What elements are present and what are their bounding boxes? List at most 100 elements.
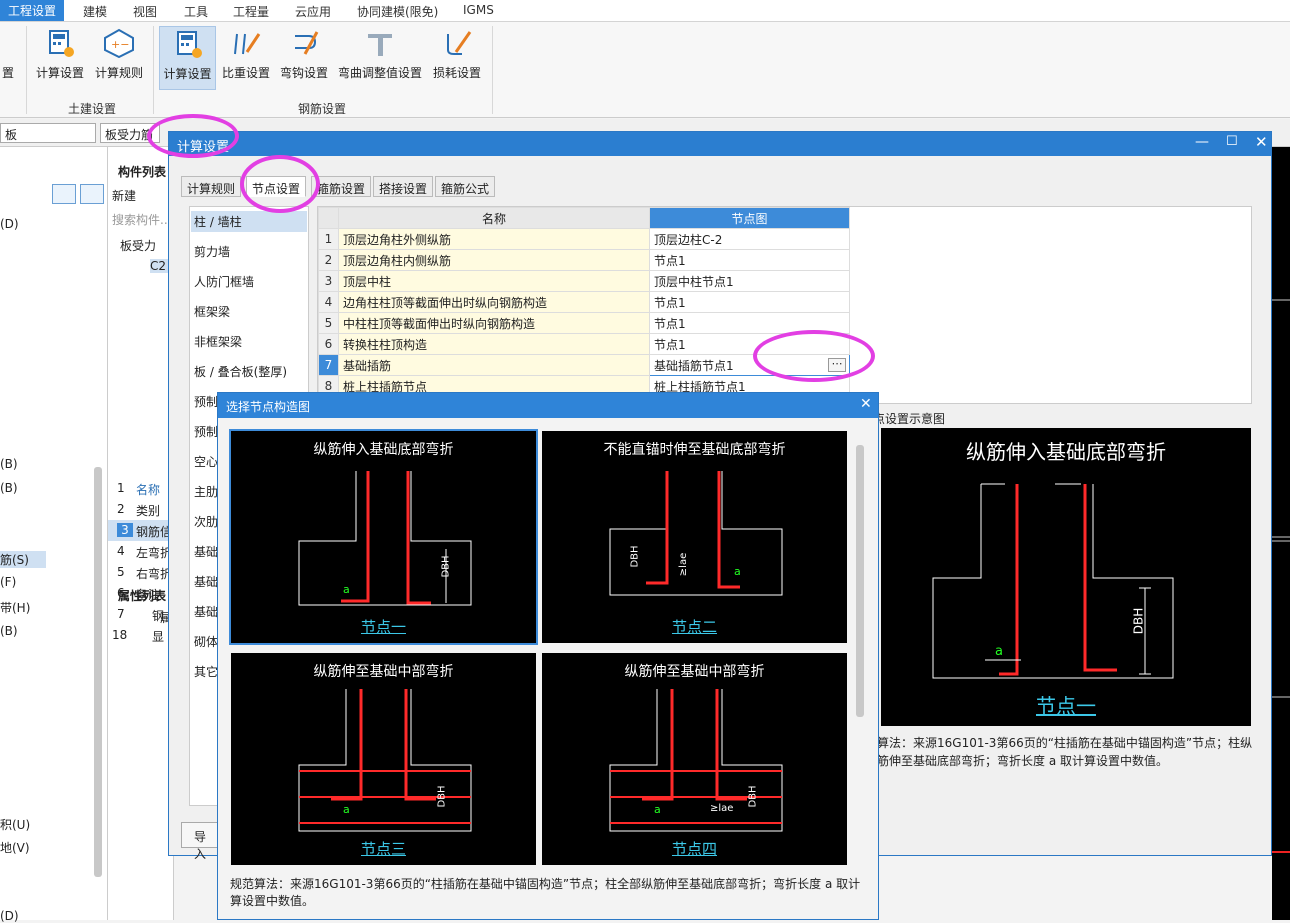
tree-item[interactable]: (B) (0, 457, 18, 471)
tujian-calc-rules-button[interactable]: +− 计算规则 (92, 26, 146, 90)
tujian-calc-settings-button[interactable]: 计算设置 (32, 26, 88, 90)
table-row[interactable]: 4 边角柱柱顶等截面伸出时纵向钢筋构造 节点1 (318, 291, 850, 313)
category-item[interactable]: 预制 (194, 423, 218, 440)
close-icon[interactable]: ✕ (1255, 133, 1268, 151)
menu-engineering-settings[interactable]: 工程设置 (0, 0, 65, 21)
category-item[interactable]: 板 / 叠合板(整厚) (194, 363, 287, 380)
prop-name[interactable]: 名称 (136, 481, 160, 498)
drawing-canvas[interactable] (1272, 147, 1290, 920)
tree-item-selected[interactable]: 筋(S) (0, 551, 46, 568)
loss-settings-button[interactable]: 损耗设置 (429, 26, 485, 90)
prop-rebar-group[interactable]: 钢 (152, 607, 164, 624)
maximize-icon[interactable]: ☐ (1226, 134, 1238, 149)
table-row[interactable]: 1 顶层边角柱外侧纵筋 顶层边柱C-2 (318, 228, 850, 250)
dbh-label: DBH (440, 555, 452, 578)
menu-quantities[interactable]: 工程量 (233, 3, 269, 20)
tree-root[interactable]: 板受力 (120, 237, 156, 254)
tree-item[interactable]: (D) (0, 909, 19, 923)
table-row[interactable]: 3 顶层中柱 顶层中柱节点1 (318, 270, 850, 292)
ribbon: 置 计算设置 +− 计算规则 土建设置 计算设置 比重设置 弯钩设置 弯曲调整值… (0, 22, 1290, 118)
tab-calc-rules[interactable]: 计算规则 (181, 176, 242, 197)
bend-adjust-icon (368, 34, 392, 56)
popup-description: 规范算法：来源16G101-3第66页的“柱插筋在基础中锚固构造”节点；柱全部纵… (230, 877, 861, 908)
category-item[interactable]: 基础 (194, 543, 218, 560)
tab-lap-settings[interactable]: 搭接设置 (373, 176, 434, 197)
category-item-selected[interactable]: 柱 / 墙柱 (191, 211, 307, 232)
category-item[interactable]: 基础 (194, 573, 218, 590)
tree-child[interactable]: C2 (150, 259, 170, 273)
tab-stirrup-settings[interactable]: 箍筋设置 (311, 176, 372, 197)
prop-rebar-info[interactable]: 钢筋信 (136, 523, 172, 540)
category-item[interactable]: 其它 (194, 663, 218, 680)
detail-view-icon[interactable] (80, 184, 104, 204)
tree-item[interactable]: (B) (0, 481, 18, 495)
a-label: a (343, 583, 350, 596)
category-item[interactable]: 基础 (194, 603, 218, 620)
prop-remark[interactable]: 备注 (136, 586, 160, 603)
weight-settings-button[interactable]: 比重设置 (219, 26, 273, 90)
category-item[interactable]: 非框架梁 (194, 333, 242, 350)
minimize-icon[interactable]: — (1195, 134, 1209, 150)
category-item[interactable]: 框架梁 (194, 303, 230, 320)
lae-label: ≥lae (710, 803, 734, 814)
node-thumb-2[interactable]: 不能直锚时伸至基础底部弯折 DBH ≥lae a 节点二 (542, 431, 847, 643)
col-header-node[interactable]: 节点图 (649, 207, 850, 229)
tree-item[interactable]: (B) (0, 624, 18, 638)
hook-settings-button[interactable]: 弯钩设置 (277, 26, 331, 90)
lae-label: ≥lae (678, 552, 690, 577)
prop-display-group[interactable]: 显 (152, 628, 164, 645)
loss-icon (447, 31, 472, 55)
list-view-icon[interactable] (52, 184, 76, 204)
category-item[interactable]: 主肋 (194, 483, 218, 500)
new-button[interactable]: 新建 (112, 187, 136, 204)
category-item[interactable]: 次肋 (194, 513, 218, 530)
menu-tools[interactable]: 工具 (184, 3, 208, 20)
highlight-circle (753, 330, 875, 382)
tree-item[interactable]: 积(U) (0, 816, 30, 833)
preview-label: 点设置示意图 (873, 412, 946, 426)
category-item[interactable]: 砌体 (194, 633, 218, 650)
ribbon-partial-button[interactable]: 置 (0, 26, 16, 90)
node-thumb-4[interactable]: 纵筋伸至基础中部弯折 DBH a ≥lae 节点四 (542, 653, 847, 865)
a-label: a (995, 644, 1003, 659)
calculator-settings-icon (176, 31, 202, 58)
menu-collab[interactable]: 协同建模(限免) (357, 3, 438, 20)
prop-right-bend[interactable]: 右弯折 (136, 565, 172, 582)
node-thumb-3[interactable]: 纵筋伸至基础中部弯折 DBH a 节点三 (231, 653, 536, 865)
menu-cloud[interactable]: 云应用 (295, 3, 331, 20)
popup-scrollbar[interactable] (856, 445, 864, 717)
left-scrollbar[interactable] (94, 467, 102, 877)
component-search-input[interactable]: 搜索构件... (112, 211, 171, 228)
node-thumb-1[interactable]: 纵筋伸入基础底部弯折 DBH a 节点一 (229, 429, 538, 645)
node-value[interactable]: 基础插筋节点1 (654, 359, 734, 373)
highlight-circle (147, 114, 239, 158)
popup-close-icon[interactable]: ✕ (860, 396, 872, 412)
tujian-group-label: 土建设置 (68, 102, 117, 116)
tab-stirrup-formula[interactable]: 箍筋公式 (435, 176, 496, 197)
category-item[interactable]: 预制 (194, 393, 218, 410)
category-item[interactable]: 剪力墙 (194, 243, 230, 260)
tree-item[interactable]: 地(V) (0, 839, 30, 856)
dbh-label: DBH (629, 545, 641, 568)
gangjin-group-label: 钢筋设置 (298, 102, 347, 116)
tree-item[interactable]: 带(H) (0, 599, 30, 616)
gangjin-calc-settings-button[interactable]: 计算设置 (159, 26, 216, 90)
weight-rebar-icon (234, 33, 261, 55)
category-item[interactable]: 人防门框墙 (194, 273, 254, 290)
prop-left-bend[interactable]: 左弯折 (136, 544, 172, 561)
floor-combo[interactable]: 板 (0, 123, 96, 143)
menu-modeling[interactable]: 建模 (83, 3, 107, 20)
prop-category[interactable]: 类别 (136, 502, 160, 519)
menu-view[interactable]: 视图 (133, 3, 157, 20)
category-item[interactable]: 空心 (194, 453, 218, 470)
tree-item[interactable]: (F) (0, 575, 16, 589)
preview-diagram: 纵筋伸入基础底部弯折 DBH a 节点一 (881, 428, 1251, 726)
tree-item[interactable]: (D) (0, 217, 19, 231)
a-label: a (734, 565, 741, 578)
calc-rules-icon: +− (104, 28, 134, 58)
highlight-circle (240, 155, 320, 213)
table-row[interactable]: 5 中柱柱顶等截面伸出时纵向钢筋构造 节点1 (318, 312, 850, 334)
bend-adjust-settings-button[interactable]: 弯曲调整值设置 (335, 26, 425, 90)
menu-igms[interactable]: IGMS (463, 3, 494, 17)
table-row[interactable]: 2 顶层边角柱内侧纵筋 节点1 (318, 249, 850, 271)
